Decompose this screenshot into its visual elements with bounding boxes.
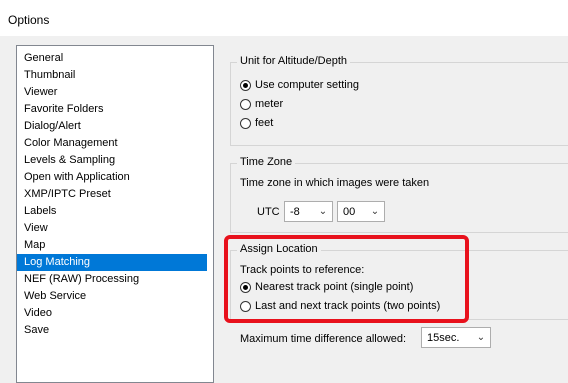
title-bar: Options [0, 0, 568, 36]
location-group-title: Assign Location [237, 243, 321, 255]
radio-indicator [240, 117, 251, 129]
radio-indicator [240, 281, 251, 293]
radio-label: Nearest track point (single point) [255, 281, 414, 293]
sidebar-item-save[interactable]: Save [17, 322, 207, 339]
utc-label: UTC [257, 206, 280, 218]
radio-nearest-track-point[interactable]: Nearest track point (single point) [240, 281, 413, 293]
utc-minutes-dropdown[interactable]: 00 ⌄ [337, 201, 385, 222]
sidebar-item-levels-sampling[interactable]: Levels & Sampling [17, 152, 207, 169]
max-time-label: Maximum time difference allowed: [240, 333, 407, 345]
sidebar-item-dialog-alert[interactable]: Dialog/Alert [17, 118, 207, 135]
max-time-dropdown[interactable]: 15sec. ⌄ [421, 327, 491, 348]
chevron-down-icon: ⌄ [476, 332, 486, 343]
sidebar-item-favorite-folders[interactable]: Favorite Folders [17, 101, 207, 118]
radio-use-computer-setting[interactable]: Use computer setting [240, 79, 359, 91]
radio-meter[interactable]: meter [240, 98, 283, 110]
timezone-group: Time Zone [230, 156, 568, 233]
radio-indicator [240, 98, 251, 110]
radio-label: Last and next track points (two points) [255, 300, 441, 312]
timezone-group-title: Time Zone [237, 156, 296, 168]
track-points-label: Track points to reference: [240, 264, 365, 276]
radio-label: meter [255, 98, 284, 110]
window-title: Options [8, 13, 50, 27]
timezone-description: Time zone in which images were taken [240, 177, 430, 189]
radio-feet[interactable]: feet [240, 117, 273, 129]
sidebar-item-map[interactable]: Map [17, 237, 207, 254]
unit-group-title: Unit for Altitude/Depth [237, 55, 351, 67]
radio-label: Use computer setting [255, 79, 359, 91]
sidebar-item-thumbnail[interactable]: Thumbnail [17, 67, 207, 84]
radio-last-next-track-points[interactable]: Last and next track points (two points) [240, 300, 440, 312]
radio-label: feet [255, 117, 274, 129]
sidebar-item-labels[interactable]: Labels [17, 203, 207, 220]
sidebar-item-color-management[interactable]: Color Management [17, 135, 207, 152]
sidebar-item-open-with-application[interactable]: Open with Application [17, 169, 207, 186]
sidebar-item-video[interactable]: Video [17, 305, 207, 322]
max-time-value: 15sec. [427, 331, 460, 344]
utc-hours-dropdown[interactable]: -8 ⌄ [284, 201, 333, 222]
sidebar-item-web-service[interactable]: Web Service [17, 288, 207, 305]
sidebar-item-log-matching[interactable]: Log Matching [17, 254, 207, 271]
radio-indicator [240, 79, 251, 91]
utc-minutes-value: 00 [343, 205, 356, 218]
sidebar-item-xmp-iptc-preset[interactable]: XMP/IPTC Preset [17, 186, 207, 203]
chevron-down-icon: ⌄ [370, 206, 380, 217]
sidebar-item-nef-raw-processing[interactable]: NEF (RAW) Processing [17, 271, 207, 288]
sidebar-item-view[interactable]: View [17, 220, 207, 237]
utc-hours-value: -8 [290, 205, 300, 218]
sidebar-item-viewer[interactable]: Viewer [17, 84, 207, 101]
chevron-down-icon: ⌄ [318, 206, 328, 217]
category-list[interactable]: General Thumbnail Viewer Favorite Folders Di… [16, 45, 214, 383]
radio-indicator [240, 300, 251, 312]
sidebar-item-general[interactable]: General [17, 50, 207, 67]
